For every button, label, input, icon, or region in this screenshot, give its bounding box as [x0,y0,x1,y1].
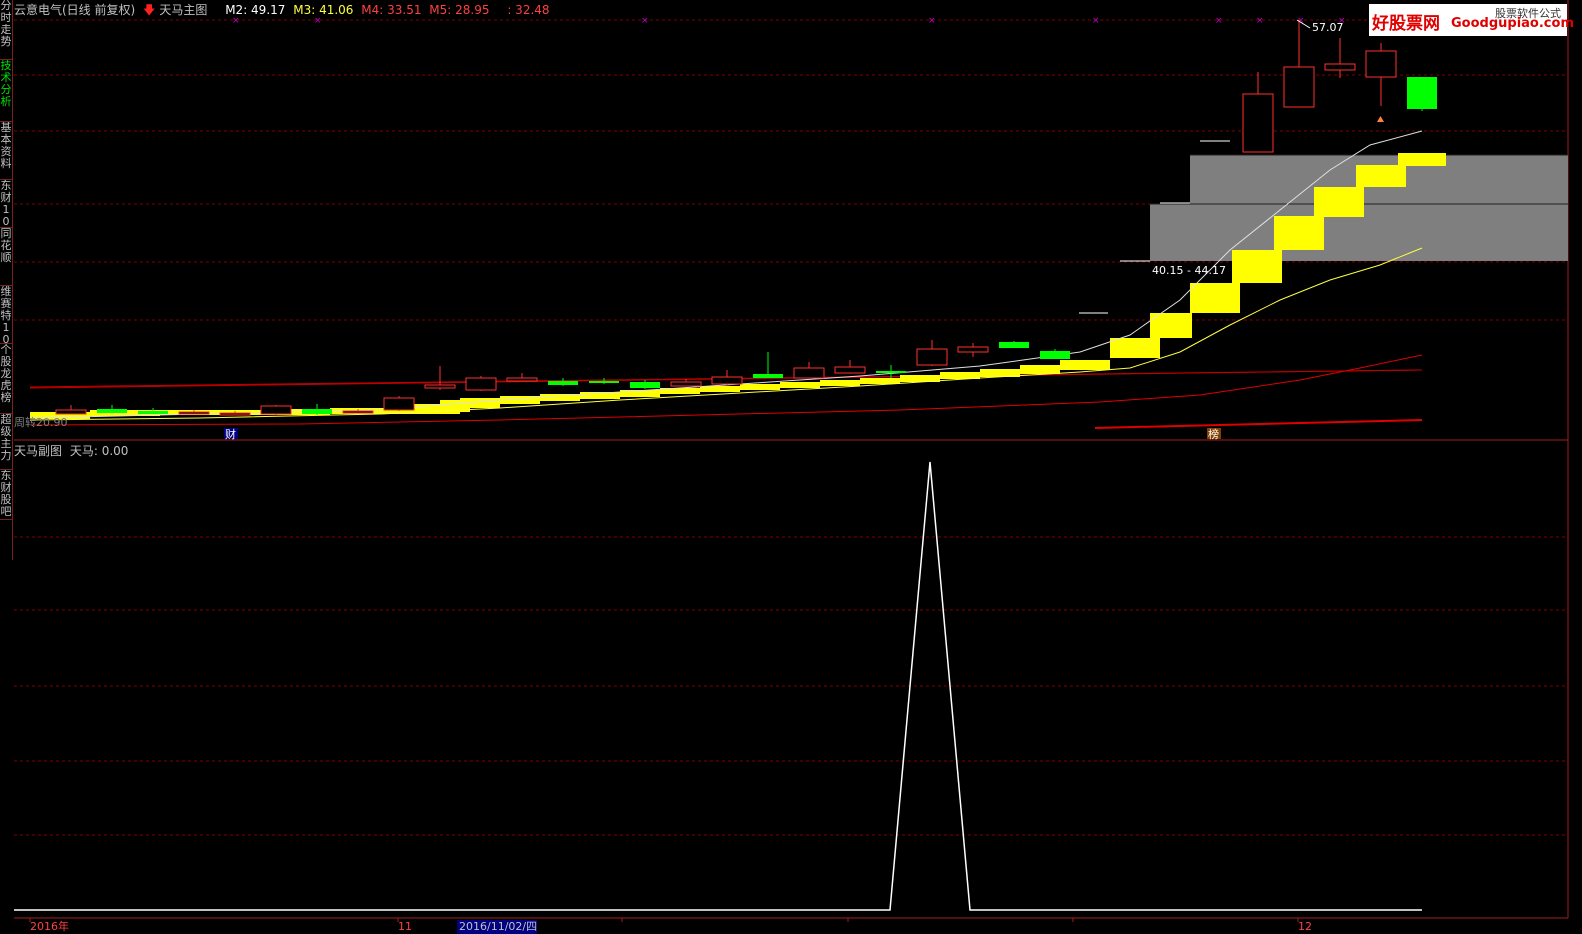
candle-body [1242,93,1274,153]
candle-body [999,342,1029,348]
svg-text:×: × [314,16,322,26]
candle-body [97,409,127,413]
candle-body [548,381,578,385]
band-step [1232,250,1282,283]
svg-text:×: × [232,16,240,26]
candle-body [876,371,906,373]
band-step [700,386,740,392]
price-chart[interactable]: × × × × × × × × × 57.07 40.15 - 44.17 周转… [0,0,1582,934]
candle-body [957,346,989,353]
band-step [1314,187,1364,217]
candle-body [424,384,456,389]
band-step [1110,338,1160,358]
band-step [1398,153,1446,166]
x-label-year: 2016年 [30,919,69,933]
band-step [1356,165,1406,187]
candle-body [753,374,783,378]
x-label-dec: 12 [1298,920,1312,933]
candle-body [219,412,251,416]
candle-body [302,409,332,414]
band-step [820,380,860,386]
svg-text:×: × [1256,16,1264,26]
candle-body [260,405,292,415]
high-price-label: 57.07 [1312,21,1344,34]
turnover-label: 周转20.90 [14,415,68,429]
svg-text:×: × [1215,16,1223,26]
top-markers: × × × × × × × × × [232,16,1346,26]
candle-body [1324,63,1356,71]
candle-body [138,411,168,414]
marker-bang[interactable]: 榜 [1208,427,1219,441]
candle-body [178,411,210,415]
svg-text:×: × [1092,16,1100,26]
band-step [780,382,820,388]
watermark-logo: 好股票网 Goodgupiao.com 股票软件公式 [1369,4,1574,36]
candle-body [1040,351,1070,359]
sub-chart-value: 天马: 0.00 [69,444,129,458]
candle-body [55,409,87,415]
marker-cai[interactable]: 财 [225,427,236,441]
candle-body [506,377,538,382]
candle-body [465,377,497,391]
watermark-tagline: 股票软件公式 [1495,7,1561,20]
candle-body [630,382,660,388]
candle-body [1407,77,1437,109]
signal-triangle-icon [1377,116,1384,122]
watermark-brand-cn: 好股票网 [1372,14,1440,34]
candle-body [793,367,825,379]
ma-red-bottom [1094,419,1423,429]
candle-body [1365,50,1397,78]
x-label-nov: 11 [398,920,412,933]
svg-text:×: × [641,16,649,26]
x-cursor-label: 2016/11/02/四 [459,920,537,933]
band-step [1060,360,1110,370]
svg-text:×: × [928,16,936,26]
candle-body [383,397,415,411]
x-axis-ticks [29,918,1299,922]
candle-body [342,410,374,414]
candle-body [916,348,948,366]
band-step [1020,365,1060,374]
sub-chart-header: 天马副图 天马: 0.00 [14,442,128,459]
candle-body [589,381,619,383]
candle-body [670,381,702,387]
candle-body [711,376,743,385]
band-step [740,384,780,390]
zone-range-label: 40.15 - 44.17 [1152,264,1226,277]
x-axis-labels: 2016年 11 2016/11/02/四 12 [30,919,1312,934]
candle-body [834,366,866,374]
band-step [1190,283,1240,313]
band-step [860,378,900,384]
candle-body [1283,66,1315,108]
band-step [1274,216,1324,250]
sub-chart-title[interactable]: 天马副图 [14,444,62,458]
sub-grid [14,536,1568,836]
